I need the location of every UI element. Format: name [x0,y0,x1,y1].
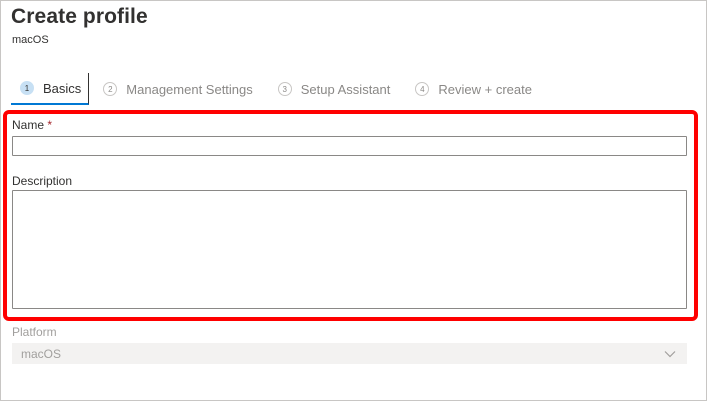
step-label: Management Settings [126,81,253,97]
platform-field-label: Platform [12,325,57,339]
name-input[interactable] [12,136,687,156]
create-profile-panel: Create profile macOS 1 Basics 2 Manageme… [0,0,707,401]
tab-basics[interactable]: 1 Basics [11,73,90,105]
step-number-badge: 3 [277,82,292,96]
description-input[interactable] [12,190,687,309]
step-number-badge: 2 [103,82,118,96]
page-subtitle: macOS [12,34,49,46]
description-field-label: Description [12,174,73,188]
step-label: Basics [43,80,82,96]
tab-setup-assistant[interactable]: 3 Setup Assistant [277,73,391,105]
name-field-label: Name * [12,118,52,132]
platform-selected-value: macOS [21,346,62,361]
chevron-down-icon [664,348,676,360]
step-label: Setup Assistant [300,81,391,97]
required-marker: * [47,118,53,132]
tab-review-create[interactable]: 4 Review + create [415,73,532,105]
step-number-badge: 1 [20,81,34,95]
page-title: Create profile [11,5,148,28]
name-label-text: Name [12,118,45,132]
step-label: Review + create [438,81,532,97]
step-number-badge: 4 [415,82,430,96]
wizard-steps: 1 Basics 2 Management Settings 3 Setup A… [11,73,532,105]
platform-dropdown[interactable]: macOS [12,343,687,364]
tab-management-settings[interactable]: 2 Management Settings [103,73,253,105]
